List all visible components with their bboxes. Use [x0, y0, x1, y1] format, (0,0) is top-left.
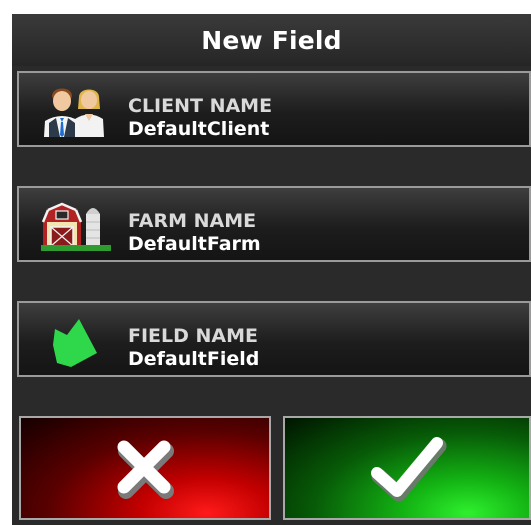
field-name-label: FIELD NAME	[128, 325, 259, 347]
client-name-value: DefaultClient	[128, 118, 270, 140]
new-field-dialog: New Field CLIENT NAME DefaultClient FARM…	[12, 14, 531, 525]
farm-barn-icon	[41, 200, 111, 252]
confirm-button[interactable]	[283, 416, 531, 520]
cancel-button[interactable]	[19, 416, 271, 520]
field-shape-icon	[41, 315, 111, 367]
farm-name-label: FARM NAME	[128, 210, 257, 232]
farm-name-button[interactable]: FARM NAME DefaultFarm	[17, 186, 531, 262]
dialog-title: New Field	[201, 25, 342, 55]
client-name-button[interactable]: CLIENT NAME DefaultClient	[17, 71, 531, 147]
field-name-button[interactable]: FIELD NAME DefaultField	[17, 301, 531, 377]
client-people-icon	[41, 85, 111, 137]
farm-name-value: DefaultFarm	[128, 233, 261, 255]
client-name-label: CLIENT NAME	[128, 95, 273, 117]
field-name-value: DefaultField	[128, 348, 260, 370]
x-icon	[117, 440, 174, 499]
checkmark-icon	[371, 437, 447, 502]
dialog-title-bar: New Field	[12, 14, 531, 66]
